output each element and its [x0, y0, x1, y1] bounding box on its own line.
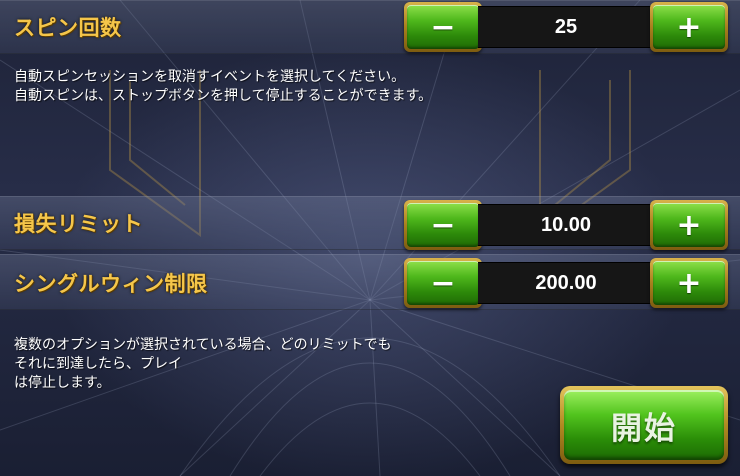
limit-info-line-2: それに到達したら、プレイ [14, 356, 182, 372]
loss-limit-minus-button[interactable]: − [404, 200, 482, 250]
limit-info-line-3: は停止します。 [14, 375, 111, 391]
single-win-limit-stepper: − 200.00 + [404, 258, 728, 308]
single-win-limit-plus-button[interactable]: + [650, 258, 728, 308]
plus-icon: + [653, 261, 725, 305]
start-button[interactable]: 開始 [560, 386, 728, 464]
minus-icon: − [407, 5, 479, 49]
spin-count-stepper: − 25 + [404, 2, 728, 52]
loss-limit-label: 損失リミット [14, 212, 143, 236]
spin-info-line-1: 自動スピンセッションを取消すイベントを選択してください。 [14, 69, 406, 85]
spin-info-line-2: 自動スピンは、ストップボタンを押して停止することができます。 [14, 88, 433, 104]
single-win-limit-label: シングルウィン制限 [14, 272, 208, 296]
spin-info-text: 自動スピンセッションを取消すイベントを選択してください。 自動スピンは、ストップ… [14, 68, 432, 106]
loss-limit-value: 10.00 [478, 204, 654, 246]
limit-info-text: 複数のオプションが選択されている場合、どのリミットでも それに到達したら、プレイ… [14, 336, 392, 393]
single-win-limit-minus-button[interactable]: − [404, 258, 482, 308]
limit-info-line-1: 複数のオプションが選択されている場合、どのリミットでも [14, 337, 392, 353]
loss-limit-stepper: − 10.00 + [404, 200, 728, 250]
minus-icon: − [407, 203, 479, 247]
minus-icon: − [407, 261, 479, 305]
plus-icon: + [653, 5, 725, 49]
single-win-limit-value: 200.00 [478, 262, 654, 304]
spin-count-plus-button[interactable]: + [650, 2, 728, 52]
spin-count-label: スピン回数 [14, 16, 122, 40]
start-button-label: 開始 [564, 390, 724, 460]
plus-icon: + [653, 203, 725, 247]
spin-count-minus-button[interactable]: − [404, 2, 482, 52]
loss-limit-plus-button[interactable]: + [650, 200, 728, 250]
spin-count-value: 25 [478, 6, 654, 48]
